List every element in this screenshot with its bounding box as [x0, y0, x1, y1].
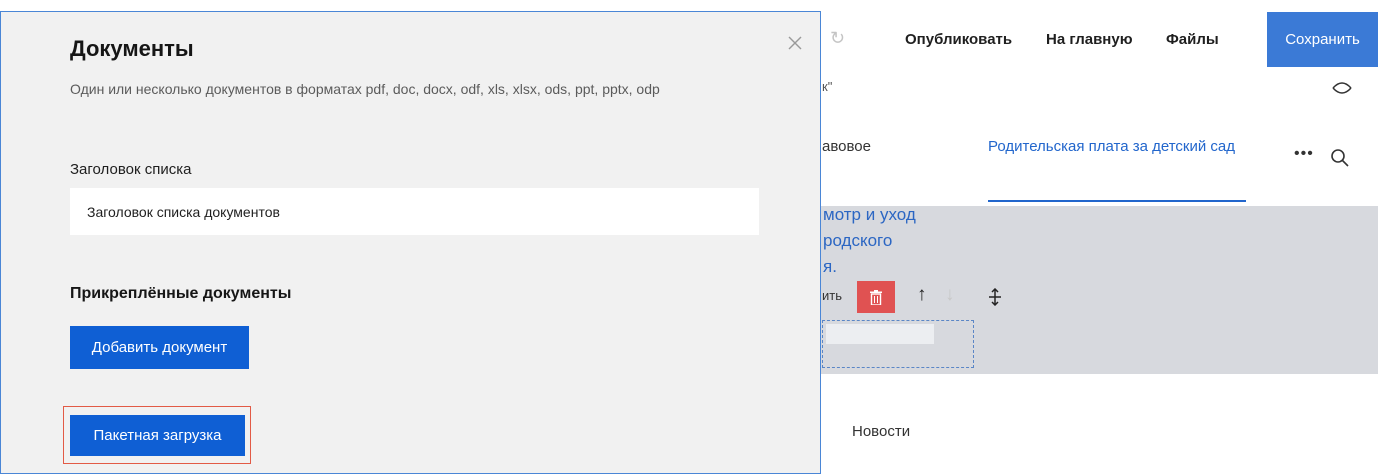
move-up-icon[interactable]: ↑	[917, 284, 927, 306]
trash-icon	[870, 289, 882, 305]
files-link[interactable]: Файлы	[1166, 31, 1219, 48]
active-tab-underline	[988, 200, 1246, 202]
move-down-icon[interactable]: ↓	[945, 284, 955, 306]
breadcrumb-fragment: к"	[822, 79, 833, 94]
resize-icon[interactable]	[988, 288, 1002, 306]
save-button[interactable]: Сохранить	[1267, 12, 1378, 67]
content-link-line[interactable]: мотр и уход	[823, 202, 916, 228]
eye-icon[interactable]	[1332, 82, 1352, 94]
dropzone-placeholder	[826, 324, 934, 344]
news-link[interactable]: Новости	[852, 423, 910, 440]
add-document-button[interactable]: Добавить документ	[70, 326, 249, 369]
redo-icon[interactable]: ↻	[830, 28, 845, 49]
more-icon[interactable]: •••	[1294, 145, 1314, 163]
close-icon[interactable]	[787, 35, 803, 51]
list-title-input[interactable]	[70, 188, 759, 235]
tabs-row	[820, 120, 1378, 206]
publish-link[interactable]: Опубликовать	[905, 31, 1012, 48]
search-icon[interactable]	[1330, 148, 1350, 168]
panel-title: Документы	[70, 36, 194, 61]
batch-upload-button[interactable]: Пакетная загрузка	[70, 415, 245, 456]
content-link-line[interactable]: родского	[823, 228, 892, 254]
home-link[interactable]: На главную	[1046, 31, 1133, 48]
delete-button[interactable]	[857, 281, 895, 313]
content-link-line[interactable]: я.	[823, 254, 837, 280]
attached-documents-heading: Прикреплённые документы	[70, 285, 292, 302]
tab-parent-fee[interactable]: Родительская плата за детский сад	[988, 136, 1243, 158]
block-button-fragment[interactable]: ить	[822, 288, 842, 303]
tab-fragment[interactable]: авовое	[822, 138, 871, 155]
list-title-label: Заголовок списка	[70, 161, 192, 178]
panel-subtitle: Один или несколько документов в форматах…	[70, 81, 660, 97]
